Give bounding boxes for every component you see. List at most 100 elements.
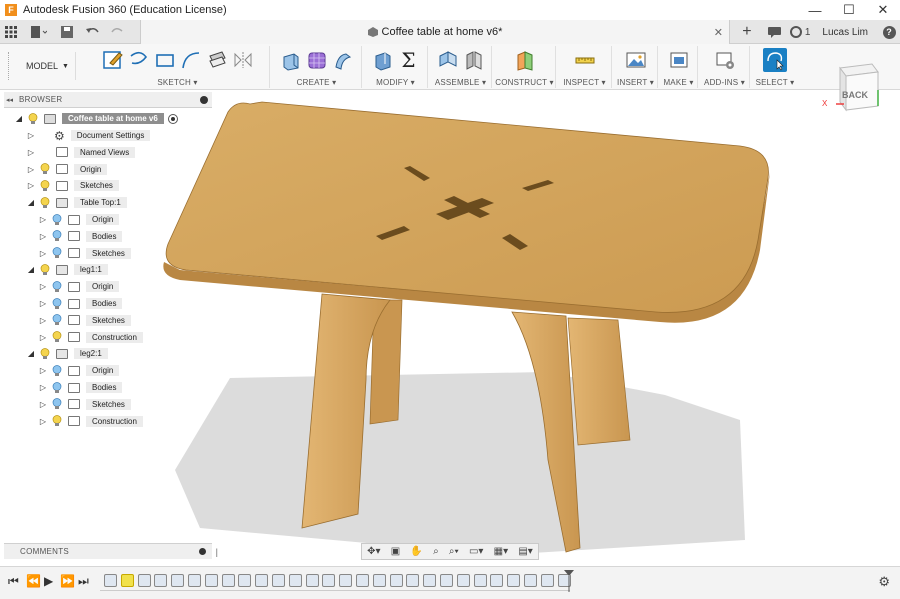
- sweep-icon[interactable]: [331, 48, 355, 72]
- pan-icon[interactable]: ✋: [410, 546, 422, 557]
- timeline-feature-icon[interactable]: [272, 574, 285, 587]
- timeline-feature-icon[interactable]: [524, 574, 537, 587]
- collapse-caret-icon[interactable]: ◢: [26, 349, 36, 359]
- browser-tree-item[interactable]: ▷ Origin: [38, 279, 120, 294]
- visibility-bulb-icon[interactable]: [40, 180, 50, 192]
- minimize-button[interactable]: —: [798, 0, 832, 20]
- comments-expand-icon[interactable]: |: [216, 547, 218, 557]
- visibility-bulb-icon[interactable]: [52, 364, 62, 377]
- timeline-feature-icon[interactable]: [188, 574, 201, 587]
- 3d-print-icon[interactable]: [667, 48, 691, 72]
- file-menu-icon[interactable]: [28, 21, 50, 43]
- new-tab-icon[interactable]: +: [736, 21, 758, 43]
- expand-caret-icon[interactable]: ▷: [26, 164, 36, 174]
- collapse-panel-icon[interactable]: ◂◂: [6, 96, 13, 104]
- timeline-feature-icon[interactable]: [540, 574, 554, 587]
- look-at-icon[interactable]: ▣: [391, 546, 400, 557]
- timeline-feature-icon[interactable]: [120, 574, 134, 587]
- expand-caret-icon[interactable]: ▷: [38, 282, 48, 292]
- arc-tool-icon[interactable]: [179, 48, 203, 72]
- timeline-feature-icon[interactable]: [204, 574, 218, 587]
- expand-caret-icon[interactable]: ▷: [38, 248, 48, 258]
- timeline-feature-icon[interactable]: [356, 574, 369, 587]
- step-forward-icon[interactable]: ⏩: [60, 574, 75, 588]
- inspect-menu[interactable]: INSPECT ▾: [558, 78, 611, 87]
- job-status-icon[interactable]: 1: [789, 21, 810, 43]
- press-pull-icon[interactable]: [371, 48, 395, 72]
- browser-tree-item[interactable]: ▷ ⚙ Document Settings: [26, 128, 151, 143]
- visibility-bulb-icon[interactable]: [52, 415, 62, 427]
- sketch-menu[interactable]: SKETCH ▾: [86, 78, 269, 87]
- timeline-marker-icon[interactable]: [564, 570, 574, 592]
- mirror-tool-icon[interactable]: [231, 48, 255, 72]
- browser-tree-item[interactable]: ◢ leg1:1: [26, 262, 108, 277]
- line-tool-icon[interactable]: [127, 48, 151, 72]
- close-button[interactable]: ✕: [866, 0, 900, 20]
- zoom-fit-icon[interactable]: ⌕: [433, 546, 439, 557]
- timeline-feature-icon[interactable]: [305, 574, 319, 587]
- parameters-sigma-icon[interactable]: Σ: [397, 48, 421, 72]
- offset-plane-icon[interactable]: [513, 48, 537, 72]
- browser-tree-item[interactable]: ▷ Origin: [26, 162, 108, 177]
- timeline-feature-icon[interactable]: [322, 574, 336, 587]
- expand-caret-icon[interactable]: ▷: [38, 366, 48, 376]
- play-icon[interactable]: ▶: [44, 574, 53, 588]
- browser-tree-item[interactable]: ▷ Bodies: [38, 296, 123, 311]
- timeline-feature-icon[interactable]: [490, 574, 504, 587]
- timeline-feature-icon[interactable]: [104, 574, 117, 587]
- browser-root-node[interactable]: ◢ Coffee table at home v6: [14, 111, 178, 126]
- select-tool-icon[interactable]: [763, 48, 787, 72]
- expand-caret-icon[interactable]: ▷: [38, 315, 48, 325]
- scripts-addins-icon[interactable]: [713, 48, 737, 72]
- visibility-bulb-icon[interactable]: [52, 297, 62, 310]
- visibility-bulb-icon[interactable]: [52, 381, 62, 394]
- timeline-feature-icon[interactable]: [137, 574, 151, 587]
- visibility-bulb-icon[interactable]: [52, 314, 62, 326]
- close-tab-icon[interactable]: ✕: [714, 26, 723, 39]
- timeline-feature-icon[interactable]: [473, 574, 487, 587]
- viewcube[interactable]: BACK X: [822, 60, 886, 118]
- browser-tree-item[interactable]: ▷ Sketches: [38, 313, 131, 328]
- browser-tree-item[interactable]: ▷ Named Views: [26, 145, 136, 160]
- expand-caret-icon[interactable]: ▷: [38, 215, 48, 225]
- expand-caret-icon[interactable]: ▷: [26, 181, 36, 191]
- browser-options-icon[interactable]: [200, 95, 208, 104]
- expand-caret-icon[interactable]: ▷: [38, 416, 48, 426]
- expand-caret-icon[interactable]: ▷: [26, 147, 36, 157]
- expand-caret-icon[interactable]: ▷: [38, 231, 48, 241]
- orbit-icon[interactable]: ✥▾: [367, 546, 380, 557]
- notifications-icon[interactable]: [764, 21, 786, 43]
- timeline-feature-icon[interactable]: [255, 574, 269, 587]
- timeline-feature-icon[interactable]: [440, 574, 453, 587]
- viewports-icon[interactable]: ▤▾: [518, 546, 532, 557]
- visibility-bulb-icon[interactable]: [40, 163, 50, 175]
- zoom-icon[interactable]: ⌕▾: [449, 546, 459, 557]
- new-component-icon[interactable]: [436, 48, 460, 72]
- timeline-feature-icon[interactable]: [221, 574, 235, 587]
- display-settings-icon[interactable]: ▭▾: [469, 546, 483, 557]
- timeline-feature-icon[interactable]: [507, 574, 521, 587]
- save-icon[interactable]: [56, 21, 78, 43]
- maximize-button[interactable]: ☐: [832, 0, 866, 20]
- create-menu[interactable]: CREATE ▾: [272, 78, 361, 87]
- visibility-bulb-icon[interactable]: [52, 230, 62, 242]
- addins-menu[interactable]: ADD-INS ▾: [700, 78, 749, 87]
- browser-tree-item[interactable]: ▷ Construction: [38, 330, 143, 345]
- help-icon[interactable]: ?: [878, 21, 900, 43]
- browser-tree-item[interactable]: ▷ Construction: [38, 414, 143, 429]
- visibility-bulb-icon[interactable]: [52, 398, 62, 410]
- browser-tree-item[interactable]: ▷ Bodies: [38, 229, 123, 244]
- browser-header[interactable]: ◂◂ BROWSER: [4, 92, 212, 108]
- workspace-switcher[interactable]: MODEL ▼: [20, 52, 76, 80]
- browser-tree-item[interactable]: ▷ Origin: [38, 212, 120, 227]
- browser-tree-item[interactable]: ▷ Sketches: [26, 178, 119, 193]
- document-tab[interactable]: Coffee table at home v6* ✕: [140, 20, 730, 44]
- timeline-feature-icon[interactable]: [406, 574, 420, 587]
- select-menu[interactable]: SELECT ▾: [752, 78, 798, 87]
- collapse-caret-icon[interactable]: ◢: [26, 198, 36, 208]
- timeline-feature-icon[interactable]: [423, 574, 437, 587]
- measure-icon[interactable]: [573, 48, 597, 72]
- visibility-bulb-icon[interactable]: [52, 213, 62, 226]
- expand-caret-icon[interactable]: ◢: [14, 114, 24, 124]
- visibility-bulb-icon[interactable]: [52, 331, 62, 343]
